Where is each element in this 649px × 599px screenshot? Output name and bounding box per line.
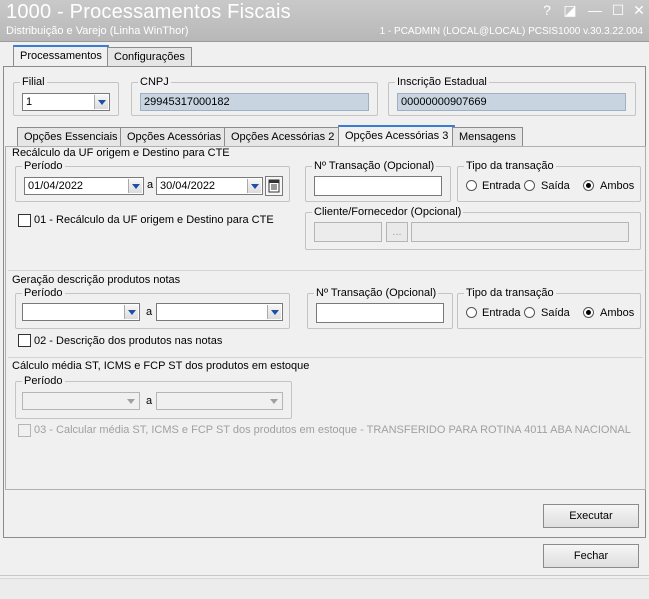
minimize-icon[interactable]: —	[586, 1, 604, 19]
ie-label: Inscrição Estadual	[397, 76, 487, 88]
cnpj-label: CNPJ	[140, 76, 169, 88]
section1-checkbox[interactable]	[18, 214, 31, 227]
window-subtitle: Distribuição e Varejo (Linha WinThor)	[6, 25, 189, 37]
section1-date-separator: a	[147, 179, 154, 191]
chevron-down-icon[interactable]	[128, 179, 142, 193]
section1-date-to[interactable]: 30/04/2022	[156, 177, 263, 195]
chevron-down-icon	[124, 394, 138, 408]
section1-radio-ambos-label: Ambos	[600, 180, 635, 192]
section2-date-separator: a	[146, 306, 153, 318]
tab-mensagens[interactable]: Mensagens	[452, 127, 523, 147]
filial-label: Filial	[22, 76, 45, 88]
tab-opcoes-acessorias[interactable]: Opções Acessórias	[120, 127, 229, 147]
section1-radio-saida[interactable]	[524, 180, 535, 191]
section1-radio-entrada-label: Entrada	[482, 180, 521, 192]
section1-tipo-label: Tipo da transação	[466, 160, 554, 172]
section1-date-to-value: 30/04/2022	[160, 180, 216, 192]
user-info: 1 - PCADMIN (LOCAL@LOCAL) PCSIS1000 v.30…	[379, 26, 643, 37]
cliente-name-input[interactable]	[411, 222, 629, 242]
chevron-down-icon[interactable]	[267, 305, 281, 319]
section2-tipo-label: Tipo da transação	[466, 287, 554, 299]
section2-transacao-label: Nº Transação (Opcional)	[316, 287, 437, 299]
help-icon[interactable]: ?	[538, 1, 556, 19]
window-title: 1000 - Processamentos Fiscais	[6, 1, 291, 23]
section3-date-separator: a	[146, 395, 153, 407]
ie-field: 00000000907669	[397, 93, 626, 111]
section2-radio-saida-label: Saída	[541, 307, 570, 319]
section2-transacao-input[interactable]	[316, 303, 444, 323]
section1-transacao-label: Nº Transação (Opcional)	[314, 160, 435, 172]
section1-title: Recálculo da UF origem e Destino para CT…	[12, 147, 230, 159]
executar-button[interactable]: Executar	[543, 504, 639, 528]
section-divider	[8, 357, 643, 358]
restore-icon[interactable]: ◪	[561, 1, 579, 19]
tab-opcoes-essenciais[interactable]: Opções Essenciais	[17, 127, 125, 147]
status-bar	[0, 578, 649, 599]
section2-checkbox-label: 02 - Descrição dos produtos nas notas	[34, 335, 223, 347]
chevron-down-icon[interactable]	[124, 305, 138, 319]
status-divider	[0, 575, 649, 576]
section3-periodo-label: Período	[24, 375, 63, 387]
section1-radio-entrada[interactable]	[466, 180, 477, 191]
section1-radio-ambos[interactable]	[583, 180, 594, 191]
executar-button-label: Executar	[569, 510, 613, 522]
maximize-icon[interactable]: ☐	[609, 1, 627, 19]
section1-periodo-label: Período	[24, 160, 63, 172]
section2-radio-entrada[interactable]	[466, 307, 477, 318]
tab-configuracoes[interactable]: Configurações	[107, 47, 192, 67]
chevron-down-icon[interactable]	[94, 95, 108, 109]
section3-date-from	[22, 392, 140, 410]
section3-date-to	[156, 392, 283, 410]
tab-opcoes-acessorias-2[interactable]: Opções Acessórias 2	[224, 127, 342, 147]
cnpj-field: 29945317000182	[140, 93, 369, 111]
section1-transacao-input[interactable]	[314, 176, 442, 196]
cliente-lookup-button[interactable]: ...	[386, 222, 408, 242]
filial-value: 1	[26, 96, 33, 108]
tab-processamentos[interactable]: Processamentos	[13, 45, 109, 67]
cliente-label: Cliente/Fornecedor (Opcional)	[314, 206, 462, 218]
section2-periodo-label: Período	[24, 287, 63, 299]
section2-radio-saida[interactable]	[524, 307, 535, 318]
section2-checkbox[interactable]	[18, 334, 31, 347]
section2-radio-ambos-label: Ambos	[600, 307, 635, 319]
fechar-button-label: Fechar	[573, 550, 609, 562]
cliente-code-input[interactable]	[314, 222, 382, 242]
filial-select[interactable]: 1	[22, 93, 110, 111]
section2-radio-ambos[interactable]	[583, 307, 594, 318]
section1-checkbox-label: 01 - Recálculo da UF origem e Destino pa…	[34, 214, 274, 226]
close-icon[interactable]: ✕	[630, 1, 648, 19]
title-bar: 1000 - Processamentos Fiscais Distribuiç…	[0, 0, 649, 42]
fechar-button[interactable]: Fechar	[543, 544, 639, 568]
chevron-down-icon	[267, 394, 281, 408]
section1-radio-saida-label: Saída	[541, 180, 570, 192]
section1-date-from[interactable]: 01/04/2022	[24, 177, 144, 195]
chevron-down-icon[interactable]	[247, 179, 261, 193]
section2-date-to[interactable]	[156, 303, 283, 321]
section1-date-from-value: 01/04/2022	[28, 180, 84, 192]
section3-title: Cálculo média ST, ICMS e FCP ST dos prod…	[12, 360, 310, 372]
section2-date-from[interactable]	[22, 303, 140, 321]
section2-title: Geração descrição produtos notas	[12, 274, 181, 286]
tab-opcoes-acessorias-3[interactable]: Opções Acessórias 3	[338, 125, 456, 147]
section2-radio-entrada-label: Entrada	[482, 307, 521, 319]
section3-checkbox-label: 03 - Calcular média ST, ICMS e FCP ST do…	[34, 424, 631, 436]
calendar-icon[interactable]	[265, 176, 283, 196]
section3-checkbox	[18, 424, 31, 437]
section-divider	[8, 270, 643, 271]
